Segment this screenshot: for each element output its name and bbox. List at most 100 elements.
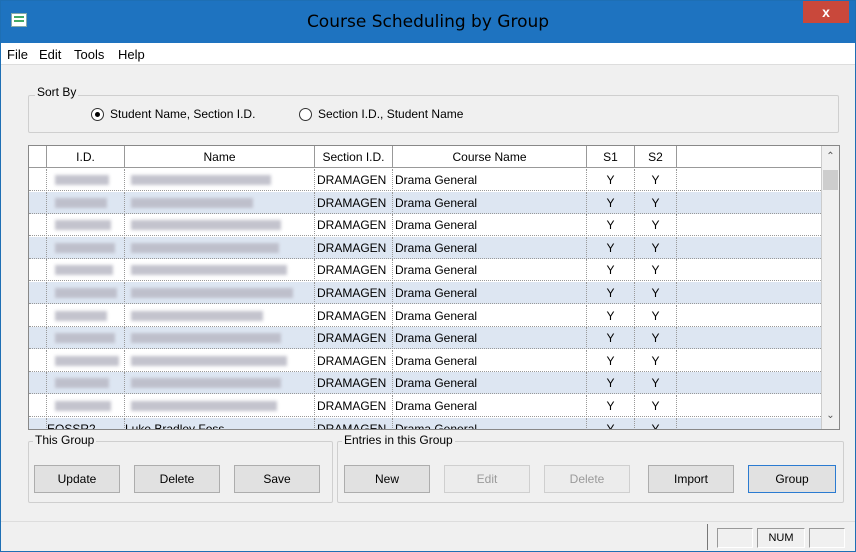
cell-name[interactable]	[125, 349, 315, 372]
table-row[interactable]: DRAMAGEN Drama General Y Y	[29, 372, 821, 395]
cell-s1[interactable]: Y	[587, 304, 635, 327]
cell-s2[interactable]: Y	[635, 259, 677, 282]
cell-s1[interactable]: Y	[587, 417, 635, 429]
table-row[interactable]: EOSSR2 Luke Bradley Foss DRAMAGEN Drama Gen…	[29, 417, 821, 429]
cell-s2[interactable]: Y	[635, 372, 677, 395]
cell-course[interactable]: Drama General	[393, 214, 587, 237]
cell-s2[interactable]: Y	[635, 304, 677, 327]
menu-edit[interactable]: Edit	[39, 47, 61, 62]
cell-name[interactable]	[125, 395, 315, 417]
title-bar[interactable]: Course Scheduling by Group x	[1, 1, 855, 43]
scrollbar-thumb[interactable]	[823, 170, 838, 190]
col-s2-header[interactable]: S2	[635, 146, 677, 168]
cell-name[interactable]	[125, 372, 315, 395]
scroll-up-arrow-icon[interactable]: ⌃	[822, 149, 839, 165]
cell-id[interactable]: EOSSR2	[47, 417, 125, 429]
cell-section[interactable]: DRAMAGEN	[315, 395, 393, 417]
cell-id[interactable]	[47, 327, 125, 350]
cell-section[interactable]: DRAMAGEN	[315, 349, 393, 372]
cell-section[interactable]: DRAMAGEN	[315, 259, 393, 282]
cell-course[interactable]: Drama General	[393, 169, 587, 191]
col-course-header[interactable]: Course Name	[393, 146, 587, 168]
cell-s2[interactable]: Y	[635, 236, 677, 259]
cell-name[interactable]: Luke Bradley Foss	[125, 417, 315, 429]
cell-s1[interactable]: Y	[587, 327, 635, 350]
cell-id[interactable]	[47, 214, 125, 237]
cell-id[interactable]	[47, 395, 125, 417]
cell-section[interactable]: DRAMAGEN	[315, 214, 393, 237]
cell-s1[interactable]: Y	[587, 395, 635, 417]
new-entry-button[interactable]: New	[344, 465, 430, 493]
cell-section[interactable]: DRAMAGEN	[315, 417, 393, 429]
cell-id[interactable]	[47, 191, 125, 214]
menu-file[interactable]: File	[7, 47, 28, 62]
table-row[interactable]: DRAMAGEN Drama General Y Y	[29, 327, 821, 350]
cell-name[interactable]	[125, 327, 315, 350]
cell-s1[interactable]: Y	[587, 236, 635, 259]
table-row[interactable]: DRAMAGEN Drama General Y Y	[29, 304, 821, 327]
delete-group-button[interactable]: Delete	[134, 465, 220, 493]
sort-section-id-radio[interactable]: Section I.D., Student Name	[299, 107, 463, 121]
table-row[interactable]: DRAMAGEN Drama General Y Y	[29, 349, 821, 372]
course-grid[interactable]: I.D. Name Section I.D. Course Name S1 S2…	[28, 145, 840, 430]
close-button[interactable]: x	[803, 1, 849, 23]
menu-tools[interactable]: Tools	[74, 47, 104, 62]
cell-name[interactable]	[125, 304, 315, 327]
cell-s2[interactable]: Y	[635, 395, 677, 417]
cell-s1[interactable]: Y	[587, 349, 635, 372]
cell-course[interactable]: Drama General	[393, 327, 587, 350]
col-s1-header[interactable]: S1	[587, 146, 635, 168]
grid-vertical-scrollbar[interactable]: ⌃ ⌄	[821, 146, 839, 429]
cell-name[interactable]	[125, 214, 315, 237]
cell-id[interactable]	[47, 236, 125, 259]
cell-id[interactable]	[47, 304, 125, 327]
table-row[interactable]: DRAMAGEN Drama General Y Y	[29, 395, 821, 417]
cell-name[interactable]	[125, 236, 315, 259]
table-row[interactable]: DRAMAGEN Drama General Y Y	[29, 259, 821, 282]
cell-s1[interactable]: Y	[587, 282, 635, 304]
scroll-down-arrow-icon[interactable]: ⌄	[822, 408, 839, 424]
cell-course[interactable]: Drama General	[393, 349, 587, 372]
cell-s2[interactable]: Y	[635, 349, 677, 372]
cell-section[interactable]: DRAMAGEN	[315, 169, 393, 191]
cell-s1[interactable]: Y	[587, 259, 635, 282]
cell-section[interactable]: DRAMAGEN	[315, 191, 393, 214]
cell-name[interactable]	[125, 259, 315, 282]
table-row[interactable]: DRAMAGEN Drama General Y Y	[29, 236, 821, 259]
cell-name[interactable]	[125, 169, 315, 191]
cell-course[interactable]: Drama General	[393, 395, 587, 417]
cell-s2[interactable]: Y	[635, 214, 677, 237]
table-row[interactable]: DRAMAGEN Drama General Y Y	[29, 214, 821, 237]
cell-s1[interactable]: Y	[587, 214, 635, 237]
cell-course[interactable]: Drama General	[393, 304, 587, 327]
cell-id[interactable]	[47, 282, 125, 304]
update-button[interactable]: Update	[34, 465, 120, 493]
col-name-header[interactable]: Name	[125, 146, 315, 168]
cell-section[interactable]: DRAMAGEN	[315, 236, 393, 259]
group-button[interactable]: Group	[748, 465, 836, 493]
table-row[interactable]: DRAMAGEN Drama General Y Y	[29, 169, 821, 191]
cell-section[interactable]: DRAMAGEN	[315, 304, 393, 327]
cell-s2[interactable]: Y	[635, 327, 677, 350]
col-id-header[interactable]: I.D.	[47, 146, 125, 168]
cell-id[interactable]	[47, 169, 125, 191]
cell-s1[interactable]: Y	[587, 191, 635, 214]
cell-s1[interactable]: Y	[587, 372, 635, 395]
cell-s2[interactable]: Y	[635, 191, 677, 214]
cell-section[interactable]: DRAMAGEN	[315, 372, 393, 395]
cell-id[interactable]	[47, 259, 125, 282]
table-row[interactable]: DRAMAGEN Drama General Y Y	[29, 191, 821, 214]
table-row[interactable]: DRAMAGEN Drama General Y Y	[29, 282, 821, 304]
cell-course[interactable]: Drama General	[393, 259, 587, 282]
cell-section[interactable]: DRAMAGEN	[315, 282, 393, 304]
cell-id[interactable]	[47, 349, 125, 372]
cell-name[interactable]	[125, 191, 315, 214]
cell-s2[interactable]: Y	[635, 282, 677, 304]
cell-course[interactable]: Drama General	[393, 236, 587, 259]
sort-student-name-radio[interactable]: Student Name, Section I.D.	[91, 107, 255, 121]
menu-help[interactable]: Help	[118, 47, 145, 62]
cell-course[interactable]: Drama General	[393, 372, 587, 395]
cell-name[interactable]	[125, 282, 315, 304]
col-section-header[interactable]: Section I.D.	[315, 146, 393, 168]
save-button[interactable]: Save	[234, 465, 320, 493]
